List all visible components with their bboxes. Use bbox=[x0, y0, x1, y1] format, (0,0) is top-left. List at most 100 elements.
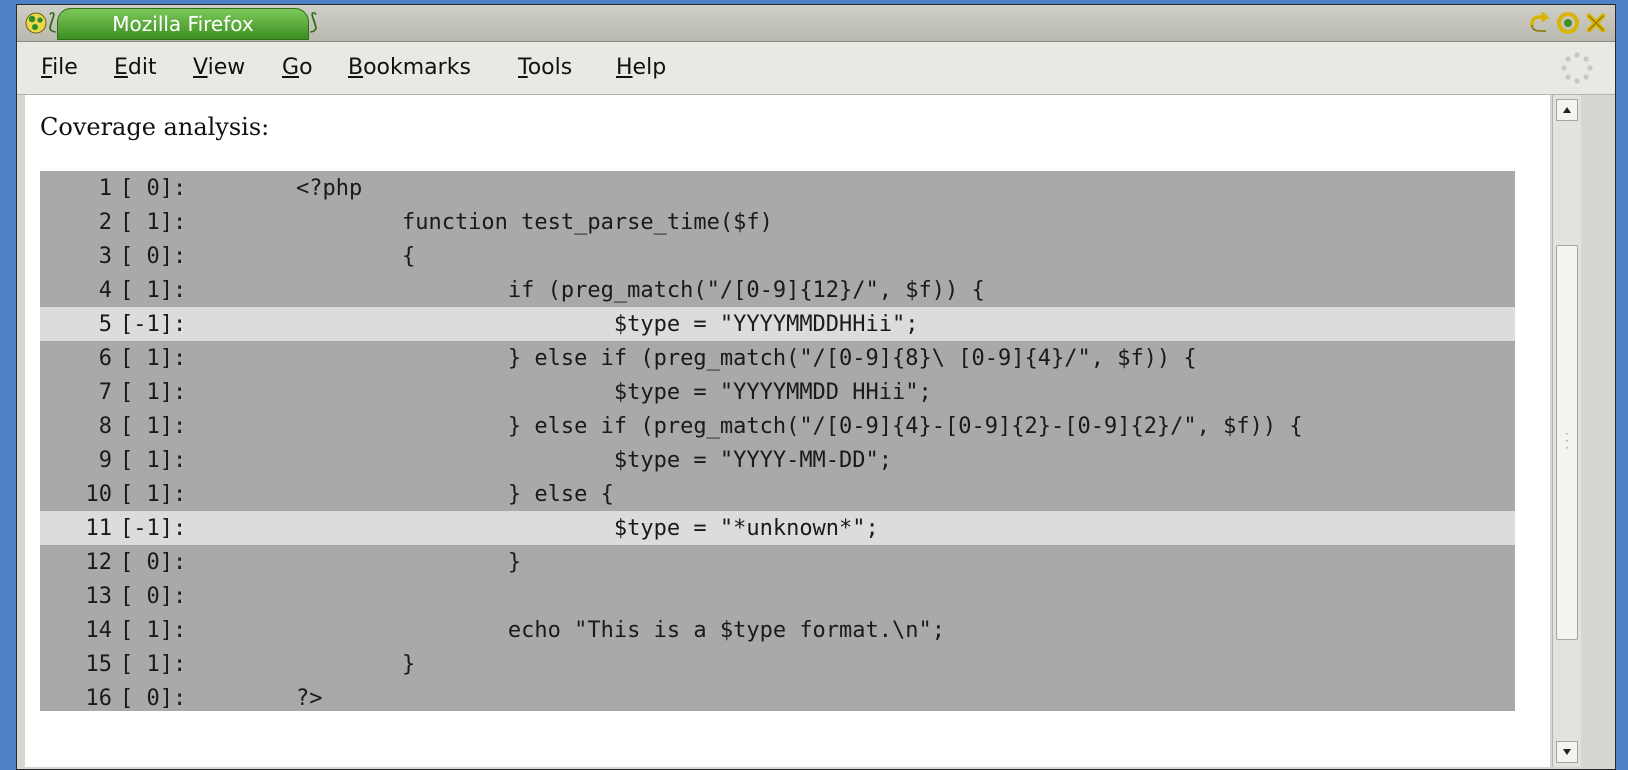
source-code: $type = "YYYY-MM-DD"; bbox=[296, 447, 893, 473]
scroll-up-button[interactable] bbox=[1556, 99, 1578, 121]
code-row: 15 [ 1]: } bbox=[40, 647, 1515, 681]
menu-tools-mnemonic: T bbox=[518, 55, 528, 80]
coverage-count: [-1]: bbox=[120, 515, 187, 541]
coverage-code-block: 1 [ 0]: <?php 2 [ 1]: function test_parse_ti… bbox=[40, 171, 1515, 711]
coverage-count: [ 1]: bbox=[120, 379, 187, 405]
source-code: echo "This is a $type format.\n"; bbox=[296, 617, 946, 643]
menu-tools-label: ools bbox=[527, 55, 573, 80]
tab-curl-right: ⟆ bbox=[309, 10, 318, 35]
firefox-globe-icon[interactable] bbox=[25, 12, 47, 34]
coverage-count: [ 1]: bbox=[120, 617, 187, 643]
coverage-count: [ 0]: bbox=[120, 549, 187, 575]
coverage-count: [ 1]: bbox=[120, 447, 187, 473]
title-bar[interactable]: ⟅ Mozilla Firefox ⟆ bbox=[17, 5, 1615, 42]
vertical-scrollbar[interactable]: · · · bbox=[1552, 95, 1581, 767]
source-code: $type = "YYYYMMDDHHii"; bbox=[296, 311, 919, 337]
menu-edit[interactable]: Edit bbox=[114, 55, 157, 81]
menu-help-mnemonic: H bbox=[616, 55, 633, 80]
coverage-count: [ 1]: bbox=[120, 481, 187, 507]
source-code: function test_parse_time($f) bbox=[296, 209, 773, 235]
page-heading: Coverage analysis: bbox=[40, 113, 270, 141]
grip-icon: · · · bbox=[1565, 427, 1569, 455]
coverage-count: [ 0]: bbox=[120, 243, 187, 269]
arrow-down-icon bbox=[1563, 749, 1571, 755]
line-number: 14 bbox=[85, 617, 113, 643]
source-code: } bbox=[296, 651, 416, 677]
line-number: 9 bbox=[98, 447, 112, 473]
line-number: 12 bbox=[85, 549, 113, 575]
source-code: } else { bbox=[296, 481, 614, 507]
menu-help[interactable]: Help bbox=[616, 55, 666, 81]
menu-file-mnemonic: F bbox=[41, 55, 53, 80]
code-row: 12 [ 0]: } bbox=[40, 545, 1515, 579]
menu-bookmarks-mnemonic: B bbox=[348, 55, 364, 80]
title-tab: ⟅ Mozilla Firefox ⟆ bbox=[48, 8, 318, 40]
code-row: 13 [ 0]: bbox=[40, 579, 1515, 613]
scroll-down-button[interactable] bbox=[1556, 741, 1578, 763]
source-code: { bbox=[296, 243, 416, 269]
menu-bookmarks-label: ookmarks bbox=[363, 55, 471, 80]
throbber-icon bbox=[1561, 52, 1593, 84]
menu-go[interactable]: Go bbox=[282, 55, 313, 81]
line-number: 5 bbox=[98, 311, 112, 337]
menu-file-label: ile bbox=[52, 55, 78, 80]
source-code: $type = "YYYYMMDD HHii"; bbox=[296, 379, 932, 405]
line-number: 1 bbox=[98, 175, 112, 201]
coverage-count: [ 1]: bbox=[120, 345, 187, 371]
tab-curl-left: ⟅ bbox=[48, 10, 57, 35]
code-row: 16 [ 0]: ?> bbox=[40, 681, 1515, 715]
close-icon[interactable] bbox=[1583, 10, 1609, 36]
window-title: Mozilla Firefox bbox=[112, 12, 254, 36]
line-number: 13 bbox=[85, 583, 113, 609]
source-code: } else if (preg_match("/[0-9]{8}\ [0-9]{… bbox=[296, 345, 1197, 371]
menu-view-mnemonic: V bbox=[193, 55, 208, 80]
menu-edit-mnemonic: E bbox=[114, 55, 128, 80]
minimize-icon[interactable] bbox=[1527, 10, 1553, 36]
maximize-icon[interactable] bbox=[1555, 10, 1581, 36]
menu-go-label: o bbox=[299, 55, 313, 80]
menu-go-mnemonic: G bbox=[282, 55, 300, 80]
source-code: <?php bbox=[296, 175, 363, 201]
code-row: 14 [ 1]: echo "This is a $type format.\n"… bbox=[40, 613, 1515, 647]
coverage-count: [ 0]: bbox=[120, 685, 187, 711]
page-content: Coverage analysis: 1 [ 0]: <?php 2 [ 1]: fun… bbox=[25, 95, 1550, 767]
code-row: 6 [ 1]: } else if (preg_match("/[0-9]{8}\… bbox=[40, 341, 1515, 375]
coverage-count: [ 1]: bbox=[120, 209, 187, 235]
code-row: 8 [ 1]: } else if (preg_match("/[0-9]{4}-… bbox=[40, 409, 1515, 443]
line-number: 8 bbox=[98, 413, 112, 439]
code-row-uncovered: 11 [-1]: $type = "*unknown*"; bbox=[40, 511, 1515, 545]
code-row: 4 [ 1]: if (preg_match("/[0-9]{12}/", $f)… bbox=[40, 273, 1515, 307]
coverage-count: [ 1]: bbox=[120, 277, 187, 303]
line-number: 16 bbox=[85, 685, 113, 711]
line-number: 4 bbox=[98, 277, 112, 303]
code-row: 10 [ 1]: } else { bbox=[40, 477, 1515, 511]
line-number: 15 bbox=[85, 651, 113, 677]
scrollbar-thumb[interactable]: · · · bbox=[1556, 245, 1578, 640]
code-row: 1 [ 0]: <?php bbox=[40, 171, 1515, 205]
source-code: $type = "*unknown*"; bbox=[296, 515, 879, 541]
source-code: } else if (preg_match("/[0-9]{4}-[0-9]{2… bbox=[296, 413, 1303, 439]
line-number: 3 bbox=[98, 243, 112, 269]
coverage-count: [ 1]: bbox=[120, 413, 187, 439]
firefox-window: ⟅ Mozilla Firefox ⟆ File Edit View Go Bo… bbox=[16, 4, 1616, 770]
code-row-uncovered: 5 [-1]: $type = "YYYYMMDDHHii"; bbox=[40, 307, 1515, 341]
code-row: 2 [ 1]: function test_parse_time($f) bbox=[40, 205, 1515, 239]
coverage-count: [-1]: bbox=[120, 311, 187, 337]
source-code: ?> bbox=[296, 685, 323, 711]
line-number: 10 bbox=[85, 481, 113, 507]
line-number: 2 bbox=[98, 209, 112, 235]
menu-bookmarks[interactable]: Bookmarks bbox=[348, 55, 471, 81]
menu-edit-label: dit bbox=[127, 55, 157, 80]
source-code: } bbox=[296, 549, 522, 575]
menu-file[interactable]: File bbox=[41, 55, 78, 81]
coverage-count: [ 0]: bbox=[120, 583, 187, 609]
line-number: 6 bbox=[98, 345, 112, 371]
window-buttons bbox=[1527, 10, 1609, 36]
menu-tools[interactable]: Tools bbox=[518, 55, 572, 81]
line-number: 7 bbox=[98, 379, 112, 405]
code-row: 3 [ 0]: { bbox=[40, 239, 1515, 273]
menu-view[interactable]: View bbox=[193, 55, 245, 81]
arrow-up-icon bbox=[1563, 107, 1571, 113]
coverage-count: [ 0]: bbox=[120, 175, 187, 201]
code-row: 9 [ 1]: $type = "YYYY-MM-DD"; bbox=[40, 443, 1515, 477]
